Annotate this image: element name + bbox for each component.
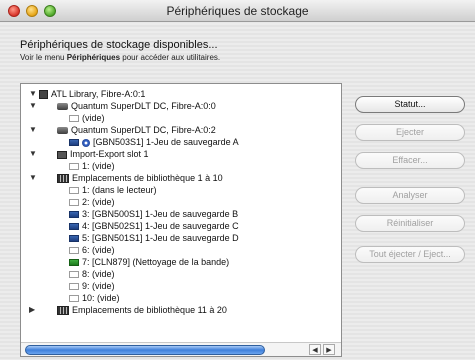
scroll-right-icon[interactable]: ▶ [323,344,335,355]
tree-row-label: 1: (dans le lecteur) [82,185,157,195]
empty-slot-icon [69,295,79,303]
tree-row-label: Emplacements de bibliothèque 1 à 10 [72,173,223,183]
tree-row-slot-group[interactable]: ▶ Emplacements de bibliothèque 11 à 20 [21,304,341,316]
tree-row-tape[interactable]: 4: [GBN502S1] 1-Jeu de sauvegarde C [21,220,341,232]
tree-row-slot[interactable]: 6: (vide) [21,244,341,256]
empty-slot-icon [69,283,79,291]
tree-row-slot[interactable]: 2: (vide) [21,196,341,208]
subheading-suffix: pour accéder aux utilitaires. [120,53,221,62]
tree-row-label: 4: [GBN502S1] 1-Jeu de sauvegarde C [82,221,239,231]
window-title: Périphériques de stockage [166,4,309,18]
device-tree[interactable]: ▼ ATL Library, Fibre-A:0:1 ▼ Quantum Super… [20,83,342,357]
tape-icon [69,211,79,219]
tree-row-label: ATL Library, Fibre-A:0:1 [51,89,146,99]
tree-row-label: Quantum SuperDLT DC, Fibre-A:0:0 [71,101,216,111]
slots-group-icon [57,306,69,316]
tree-row-label: 1: (vide) [82,161,115,171]
title-bar: Périphériques de stockage [0,0,475,22]
horizontal-scrollbar[interactable]: ◀ ▶ [21,342,341,356]
empty-slot-icon [69,163,79,171]
tree-row-label: 9: (vide) [82,281,115,291]
tree-row-label: 8: (vide) [82,269,115,279]
disclosure-expanded-icon[interactable]: ▼ [29,172,37,184]
tree-row-slot[interactable]: 1: (vide) [21,160,341,172]
page-subheading: Voir le menu Périphériques pour accéder … [20,53,220,62]
library-icon [39,90,48,100]
subheading-prefix: Voir le menu [20,53,67,62]
tree-row-drive[interactable]: ▼ Quantum SuperDLT DC, Fibre-A:0:2 [21,124,341,136]
tape-drive-icon [57,103,68,111]
scroll-left-icon[interactable]: ◀ [309,344,321,355]
scrollbar-thumb[interactable] [25,345,265,355]
tree-row-cleaning-tape[interactable]: 7: [CLN879] (Nettoyage de la bande) [21,256,341,268]
empty-slot-icon [69,247,79,255]
tree-row-slot[interactable]: 1: (dans le lecteur) [21,184,341,196]
tree-row-slot[interactable]: (vide) [21,112,341,124]
tree-row-tape[interactable]: 5: [GBN501S1] 1-Jeu de sauvegarde D [21,232,341,244]
tree-row-label: Quantum SuperDLT DC, Fibre-A:0:2 [71,125,216,135]
tree-row-label: 7: [CLN879] (Nettoyage de la bande) [82,257,230,267]
reinitialiser-button[interactable]: Réinitialiser [355,215,465,232]
tape-drive-icon [57,127,68,135]
tape-icon [69,223,79,231]
slots-group-icon [57,174,69,184]
tree-row-label: 2: (vide) [82,197,115,207]
tree-row-slot-group[interactable]: ▼ Emplacements de bibliothèque 1 à 10 [21,172,341,184]
tree-row-tape[interactable]: 3: [GBN500S1] 1-Jeu de sauvegarde B [21,208,341,220]
tout-ejecter-button[interactable]: Tout éjecter / Eject... [355,246,465,263]
tree-row-label: Import-Export slot 1 [70,149,149,159]
loaded-disc-icon [82,138,90,147]
disclosure-expanded-icon[interactable]: ▼ [29,124,37,136]
tree-row-label: Emplacements de bibliothèque 11 à 20 [72,305,227,315]
tape-icon [69,139,79,147]
tree-row-label: 3: [GBN500S1] 1-Jeu de sauvegarde B [82,209,239,219]
tree-row-label: 6: (vide) [82,245,115,255]
cleaning-tape-icon [69,259,79,267]
empty-slot-icon [69,271,79,279]
disclosure-expanded-icon[interactable]: ▼ [29,100,37,112]
tree-row-import-export[interactable]: ▼ Import-Export slot 1 [21,148,341,160]
tree-row-label: 5: [GBN501S1] 1-Jeu de sauvegarde D [82,233,239,243]
window-content: Périphériques de stockage disponibles...… [0,23,475,360]
tree-row-label: 10: (vide) [82,293,120,303]
disclosure-expanded-icon[interactable]: ▼ [29,88,37,100]
tree-row-drive[interactable]: ▼ Quantum SuperDLT DC, Fibre-A:0:0 [21,100,341,112]
tree-row-slot[interactable]: 8: (vide) [21,268,341,280]
disclosure-expanded-icon[interactable]: ▼ [29,148,37,160]
disclosure-collapsed-icon[interactable]: ▶ [29,304,35,316]
statut-button[interactable]: Statut... [355,96,465,113]
effacer-button[interactable]: Effacer... [355,152,465,169]
tape-icon [69,235,79,243]
tree-row-tape[interactable]: [GBN503S1] 1-Jeu de sauvegarde A [21,136,341,148]
empty-slot-icon [69,115,79,123]
tree-row-slot[interactable]: 9: (vide) [21,280,341,292]
tree-row-library[interactable]: ▼ ATL Library, Fibre-A:0:1 [21,88,341,100]
subheading-menu-name: Périphériques [66,53,121,62]
empty-slot-icon [69,187,79,195]
tree-row-label: (vide) [82,113,105,123]
page-heading: Périphériques de stockage disponibles... [20,39,218,51]
analyser-button[interactable]: Analyser [355,187,465,204]
tree-row-slot[interactable]: 10: (vide) [21,292,341,304]
ejecter-button[interactable]: Ejecter [355,124,465,141]
empty-slot-icon [69,199,79,207]
tree-row-label: [GBN503S1] 1-Jeu de sauvegarde A [93,137,239,147]
import-export-icon [57,150,67,159]
